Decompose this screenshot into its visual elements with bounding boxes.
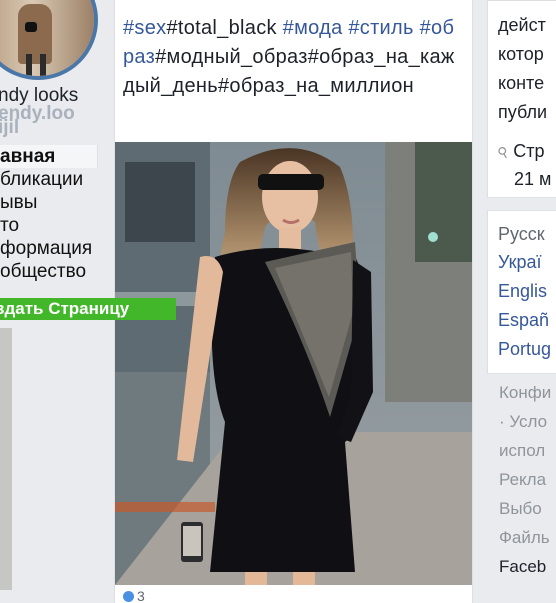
- avatar-leg: [26, 54, 32, 76]
- profile-avatar[interactable]: [0, 0, 98, 80]
- about-meta-label: Стр: [513, 141, 545, 161]
- footer-link-ads[interactable]: Рекла: [499, 470, 546, 490]
- avatar-leg: [40, 54, 46, 76]
- nav-item-reviews[interactable]: ывы: [0, 191, 98, 214]
- nav-item-home[interactable]: авная: [0, 145, 98, 168]
- footer-link-cookies[interactable]: испол: [499, 441, 545, 461]
- page-handle[interactable]: endy.loo ijil: [0, 103, 75, 147]
- hashtag-link[interactable]: #sex: [123, 17, 166, 39]
- fashion-photo: [115, 142, 472, 585]
- left-sidebar: ndy looks endy.loo ijil авная бликации ыв…: [0, 0, 176, 603]
- reaction-count: 3: [137, 588, 145, 603]
- like-icon: [123, 590, 134, 602]
- nav-item-photos[interactable]: то: [0, 214, 98, 237]
- footer-link-files[interactable]: Файль: [499, 528, 550, 548]
- nav-item-community[interactable]: общество: [0, 260, 98, 283]
- about-meta: ⚲ Стр: [494, 141, 545, 162]
- page-nav: авная бликации ывы то формация общество: [0, 145, 98, 283]
- footer-link-privacy[interactable]: Конфи: [499, 383, 551, 403]
- footer-link-adchoices[interactable]: Выбо: [499, 499, 542, 519]
- avatar-figure: [18, 4, 52, 64]
- nav-item-posts[interactable]: бликации: [0, 168, 98, 191]
- about-text-line: котор: [498, 44, 544, 64]
- language-option[interactable]: Portug: [498, 339, 551, 360]
- hashtag-link[interactable]: #мода: [283, 17, 343, 39]
- language-option[interactable]: Украї: [498, 252, 542, 273]
- language-option[interactable]: Españ: [498, 310, 549, 331]
- post-photo[interactable]: [115, 142, 472, 585]
- about-card: дейст котор конте публи ⚲ Стр 21 м: [487, 0, 556, 198]
- avatar-bag: [25, 22, 37, 32]
- hashtag-link[interactable]: #стиль: [348, 17, 413, 39]
- language-card: Русск Украї Englis Españ Portug: [487, 210, 556, 374]
- post-text-fragment: #total_black: [166, 17, 283, 39]
- post-text-fragment: #модный_образ#образ_на_каждый_день#образ…: [123, 46, 455, 97]
- post-text: #sex#total_black #мода #стиль #образ#мод…: [123, 14, 465, 101]
- create-page-button[interactable]: здать Страницу: [0, 298, 176, 320]
- about-date: 21 м: [514, 169, 552, 189]
- pin-icon: ⚲: [494, 142, 512, 162]
- sidebar-photo-edge: [0, 328, 12, 590]
- footer-brand: Faceb: [499, 557, 547, 576]
- about-text-line: публи: [498, 102, 548, 122]
- language-current: Русск: [498, 224, 545, 244]
- reactions-bar[interactable]: 3: [123, 588, 145, 603]
- about-text-line: дейст: [498, 15, 546, 35]
- page-handle-suffix: ijil: [0, 117, 20, 138]
- language-option[interactable]: Englis: [498, 281, 547, 302]
- footer-link-terms[interactable]: · Усло: [499, 412, 547, 432]
- nav-item-info[interactable]: формация: [0, 237, 98, 260]
- about-text-line: конте: [498, 73, 545, 93]
